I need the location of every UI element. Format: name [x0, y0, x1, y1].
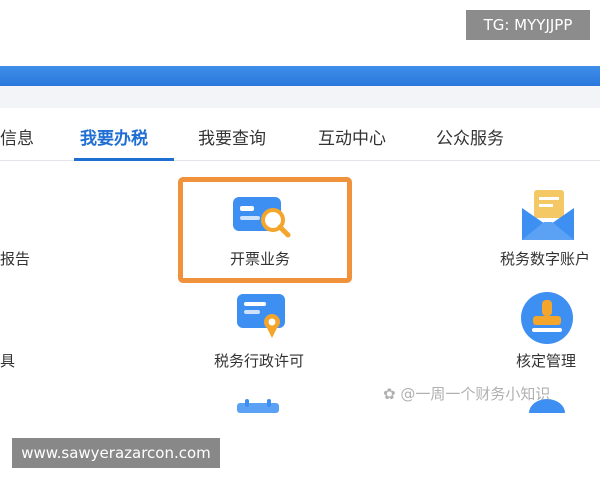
tool-item-label[interactable]: 具: [0, 350, 15, 371]
tab-public-service[interactable]: 公众服务: [436, 124, 504, 149]
main-nav: 信息 我要办税 我要查询 互动中心 公众服务: [0, 108, 600, 161]
stamp-icon[interactable]: [520, 291, 574, 345]
wechat-logo-icon: ✿ @: [383, 385, 416, 403]
report-item-label[interactable]: 报告: [0, 248, 30, 269]
tab-info[interactable]: 信息: [0, 124, 34, 149]
header-blue-bar: [0, 66, 600, 86]
watermark-text: ✿ @一周一个财务小知识: [383, 383, 550, 404]
tax-digital-account-label[interactable]: 税务数字账户: [500, 248, 590, 269]
verification-management-label[interactable]: 核定管理: [516, 350, 576, 371]
active-tab-underline: [74, 158, 174, 161]
tg-overlay-badge: TG: MYYJJPP: [466, 10, 590, 40]
calendar-icon[interactable]: [237, 398, 279, 413]
watermark-label: 一周一个财务小知识: [415, 385, 551, 403]
invoice-search-icon[interactable]: [233, 193, 293, 239]
tab-query[interactable]: 我要查询: [198, 124, 266, 149]
tax-license-label[interactable]: 税务行政许可: [214, 350, 304, 371]
header-sub-strip: [0, 86, 600, 108]
envelope-document-icon[interactable]: [520, 190, 576, 242]
tab-interaction-center[interactable]: 互动中心: [318, 124, 386, 149]
url-overlay-badge: www.sawyerazarcon.com: [12, 438, 220, 468]
license-certificate-icon[interactable]: [235, 292, 289, 338]
invoice-business-label[interactable]: 开票业务: [230, 248, 290, 269]
tab-tax-handling[interactable]: 我要办税: [80, 124, 148, 149]
